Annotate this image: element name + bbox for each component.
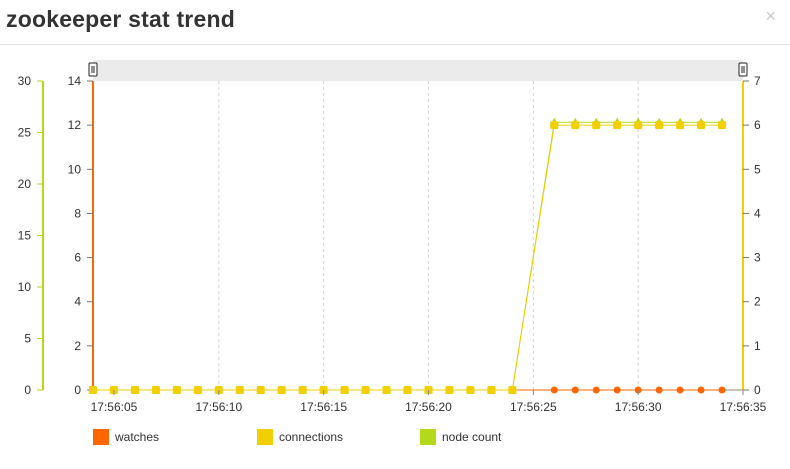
- point-connections: [151, 386, 160, 394]
- point-connections: [277, 386, 286, 394]
- legend-item-connections[interactable]: connections: [257, 428, 343, 446]
- legend-label-watches: watches: [115, 430, 160, 444]
- point-connections: [592, 121, 601, 130]
- legend-swatch-node-count: [420, 429, 436, 445]
- legend-item-watches[interactable]: watches: [93, 428, 159, 446]
- point-connections: [445, 386, 454, 394]
- point-connections: [256, 386, 265, 394]
- point-connections: [193, 386, 202, 394]
- zoom-handle-left[interactable]: [88, 62, 98, 77]
- chart-dialog: zookeeper stat trend × 0 5 10 15 20 25 30 0 2 4 6 8…: [0, 0, 790, 469]
- zoom-handle-box: [738, 62, 748, 77]
- left-inner-tick-label: 12: [68, 118, 82, 132]
- point-connections: [697, 121, 706, 130]
- zoom-slider: [88, 60, 748, 81]
- zoom-handle-box: [88, 62, 98, 77]
- x-tick-label: 17:56:05: [91, 400, 138, 414]
- point-watches: [676, 386, 684, 394]
- legend-item-node-count[interactable]: node count: [420, 428, 501, 446]
- right-tick-label: 1: [754, 339, 761, 353]
- legend-swatch-watches: [93, 429, 109, 445]
- x-axis-ticks: 17:56:05 17:56:10 17:56:15 17:56:20 17:56:25…: [91, 390, 767, 414]
- point-connections: [571, 121, 580, 130]
- left-inner-tick-label: 8: [74, 206, 81, 220]
- point-watches: [550, 386, 558, 394]
- point-connections: [550, 121, 559, 130]
- left-outer-tick-label: 0: [24, 383, 31, 397]
- point-connections: [403, 386, 412, 394]
- left-outer-tick-label: 25: [18, 126, 32, 140]
- point-connections: [89, 386, 97, 394]
- series-connections: [89, 121, 727, 394]
- left-outer-tick-label: 20: [18, 177, 32, 191]
- point-watches: [613, 386, 621, 394]
- legend-swatch-connections: [257, 429, 273, 445]
- trend-chart: 0510152025300246810121401234567 17:56:05…: [18, 60, 767, 414]
- point-connections: [130, 386, 139, 394]
- left-outer-tick-label: 5: [24, 332, 31, 346]
- zoom-handle-right[interactable]: [738, 62, 748, 77]
- point-watches: [571, 386, 579, 394]
- right-tick-label: 3: [754, 251, 761, 265]
- left-inner-tick-label: 14: [68, 74, 82, 88]
- point-watches: [655, 386, 663, 394]
- chart-series: [88, 117, 727, 394]
- left-inner-tick-label: 2: [74, 339, 81, 353]
- zoom-band: [93, 60, 743, 81]
- x-tick-label: 17:56:35: [720, 400, 767, 414]
- series-node-count: [88, 117, 727, 394]
- point-connections: [676, 121, 685, 130]
- left-outer-tick-label: 30: [18, 74, 32, 88]
- point-connections: [361, 386, 370, 394]
- series-line-connections: [93, 124, 723, 391]
- right-tick-label: 5: [754, 162, 761, 176]
- point-connections: [340, 386, 349, 394]
- x-tick-label: 17:56:25: [510, 400, 557, 414]
- point-watches: [697, 386, 705, 394]
- point-connections: [634, 121, 643, 130]
- legend-label-node-count: node count: [442, 430, 502, 444]
- right-tick-label: 2: [754, 295, 761, 309]
- point-connections: [466, 386, 475, 394]
- point-connections: [298, 386, 307, 394]
- left-inner-tick-label: 6: [74, 251, 81, 265]
- point-connections: [508, 386, 517, 394]
- point-connections: [172, 386, 181, 394]
- left-inner-tick-label: 0: [74, 383, 81, 397]
- point-watches: [592, 386, 600, 394]
- x-tick-label: 17:56:15: [300, 400, 347, 414]
- left-outer-tick-label: 15: [18, 229, 32, 243]
- point-connections: [235, 386, 244, 394]
- point-connections: [382, 386, 391, 394]
- right-tick-label: 7: [754, 74, 761, 88]
- left-outer-tick-label: 10: [18, 280, 32, 294]
- left-inner-tick-label: 4: [74, 295, 81, 309]
- x-tick-label: 17:56:20: [405, 400, 452, 414]
- point-connections: [613, 121, 622, 130]
- legend-label-connections: connections: [279, 430, 344, 444]
- right-tick-label: 4: [754, 206, 761, 220]
- point-connections: [487, 386, 496, 394]
- point-connections: [718, 121, 727, 130]
- point-connections: [655, 121, 664, 130]
- left-inner-tick-label: 10: [68, 162, 82, 176]
- point-watches: [718, 386, 726, 394]
- x-tick-label: 17:56:10: [195, 400, 242, 414]
- x-tick-label: 17:56:30: [615, 400, 662, 414]
- right-tick-label: 6: [754, 118, 761, 132]
- right-tick-label: 0: [754, 383, 761, 397]
- series-line-node-count: [93, 121, 723, 391]
